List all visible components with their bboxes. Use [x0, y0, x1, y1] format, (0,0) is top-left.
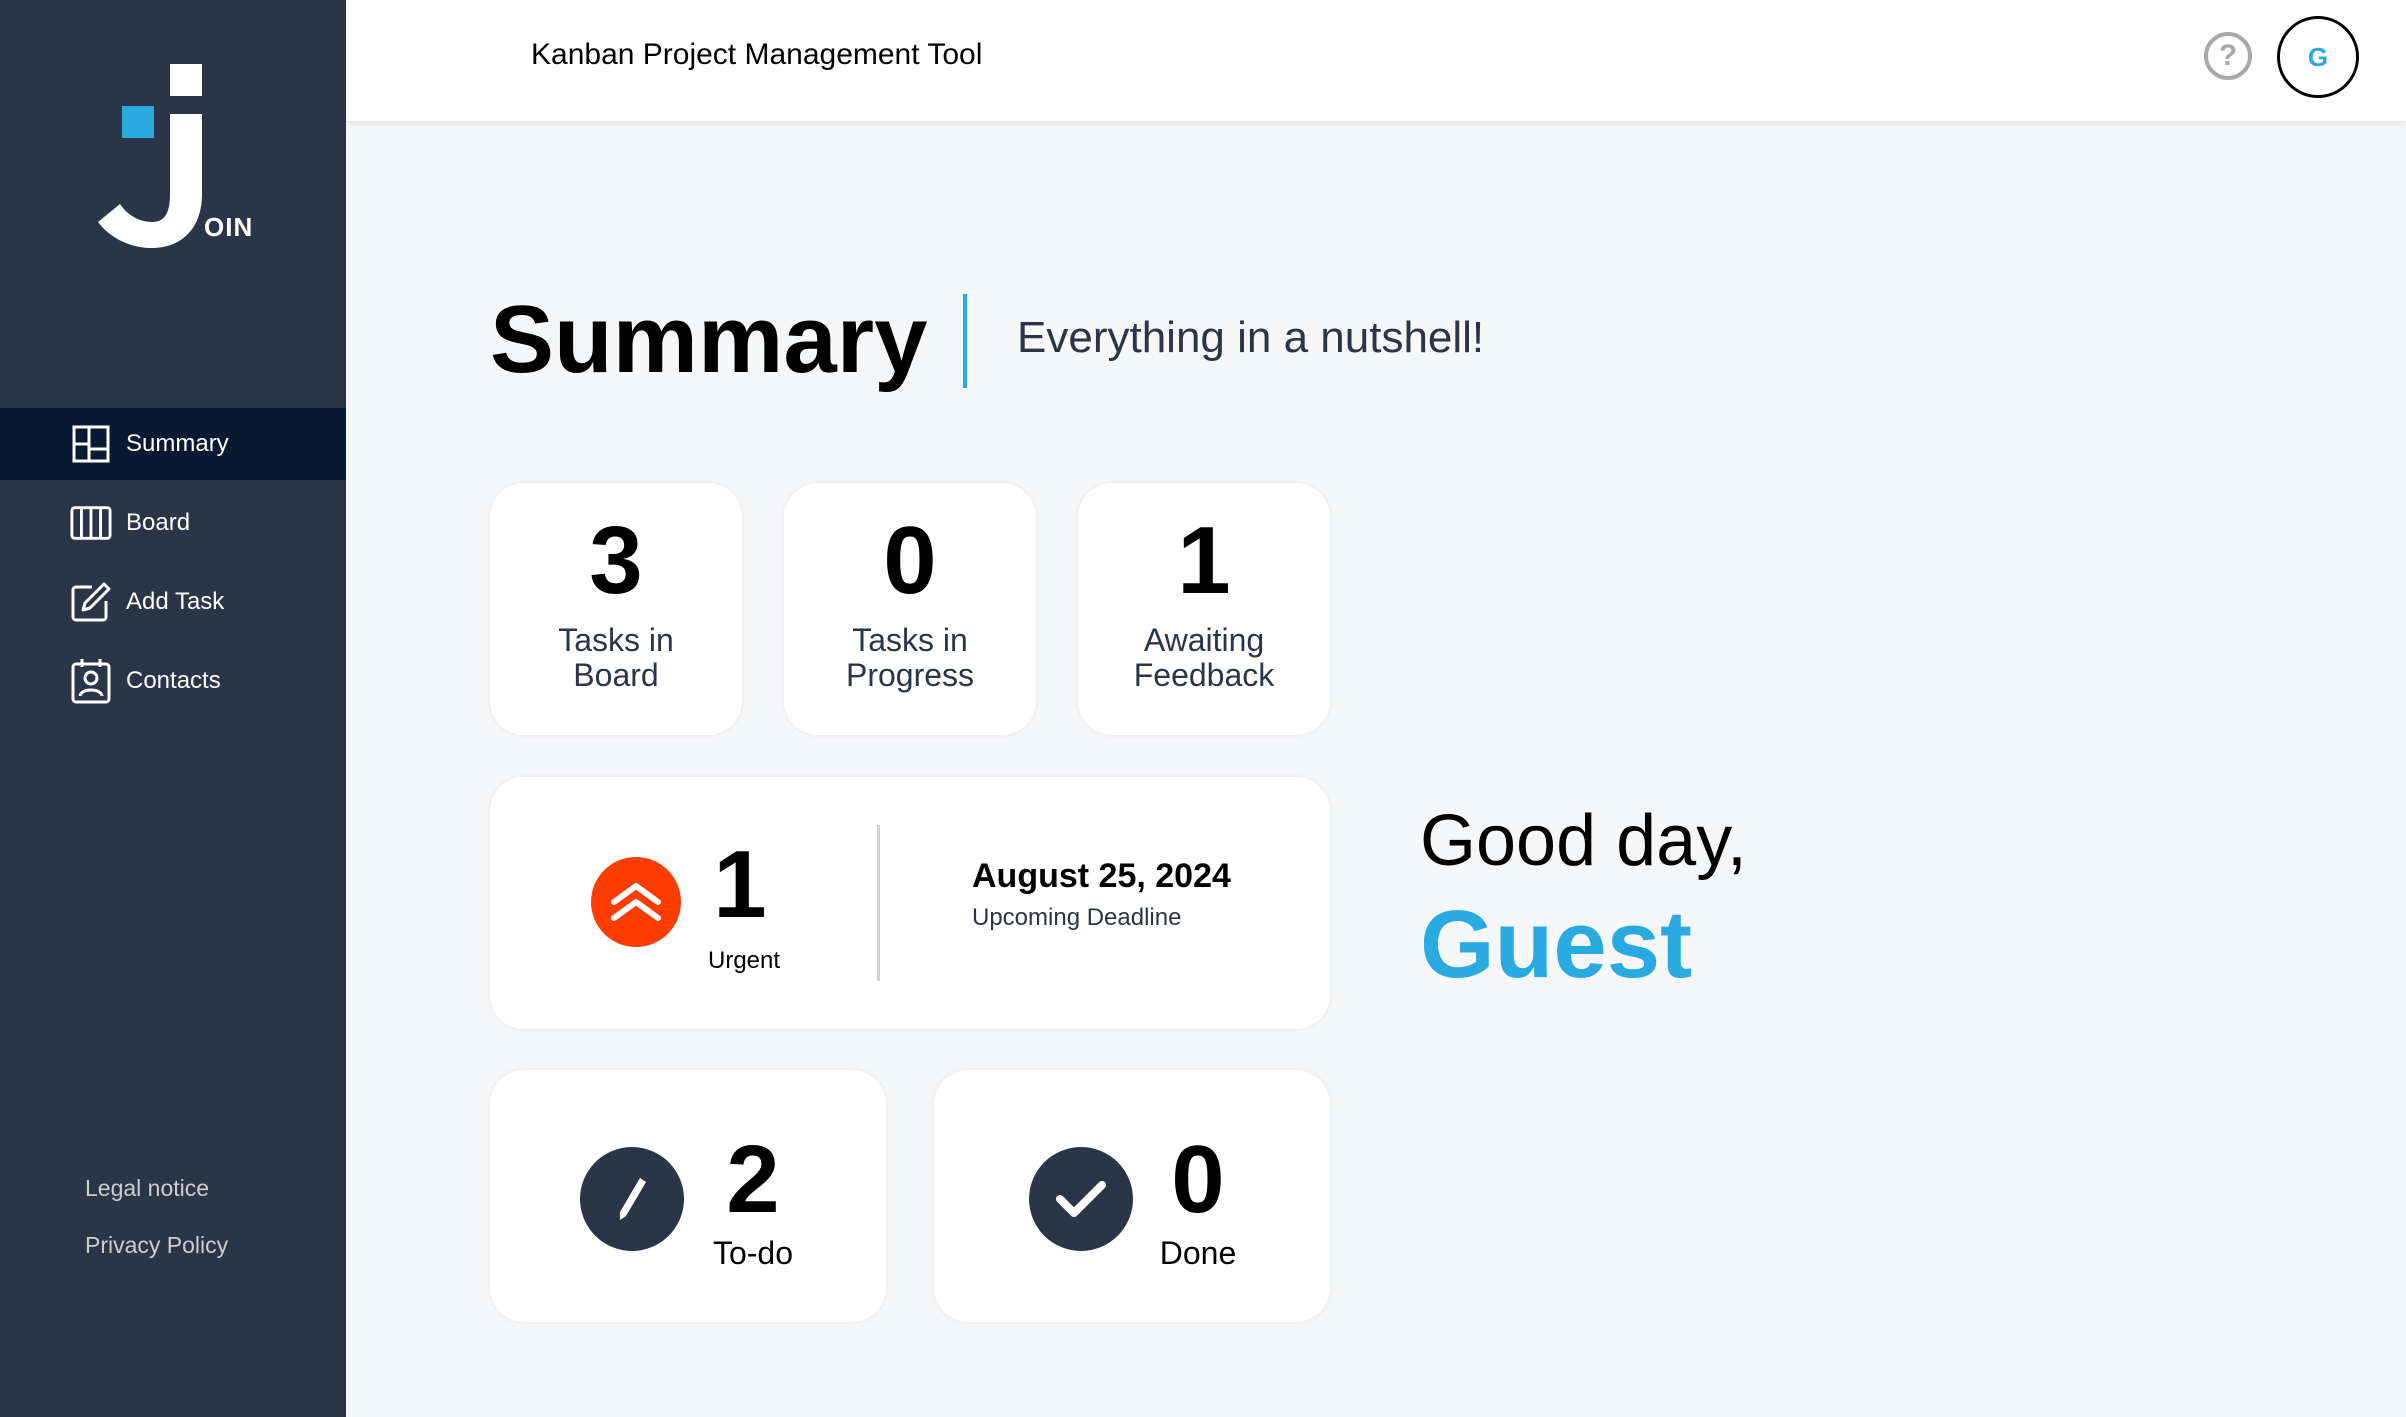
board-icon — [70, 502, 112, 544]
stat-label-text: Awaiting Feedback — [1133, 622, 1275, 694]
done-card[interactable]: 0 Done — [934, 1070, 1330, 1322]
done-label: Done — [1159, 1235, 1237, 1271]
contacts-icon — [70, 659, 112, 704]
deadline-label: Upcoming Deadline — [972, 904, 1182, 931]
legal-notice-link[interactable]: Legal notice — [85, 1175, 228, 1202]
page-title: Summary — [490, 286, 928, 393]
greeting-name: Guest — [1420, 891, 1693, 998]
stat-label: Awaiting Feedback — [1078, 622, 1330, 694]
awaiting-feedback-card[interactable]: 1 Awaiting Feedback — [1078, 483, 1330, 735]
sidebar-item-summary[interactable]: Summary — [0, 408, 346, 480]
help-icon[interactable]: ? — [2204, 32, 2252, 80]
check-icon — [1029, 1147, 1133, 1251]
urgent-count: 1 — [713, 831, 767, 938]
sidebar-item-contacts[interactable]: Contacts — [0, 645, 346, 717]
todo-count: 2 — [726, 1126, 780, 1233]
stat-label: Tasks in Board — [490, 622, 742, 694]
stat-label: Tasks in Progress — [784, 622, 1036, 694]
stat-value: 3 — [589, 507, 643, 614]
stat-value: 0 — [883, 507, 937, 614]
privacy-policy-link[interactable]: Privacy Policy — [85, 1232, 228, 1259]
summary-icon — [70, 423, 112, 465]
user-avatar[interactable]: G — [2277, 16, 2359, 98]
urgent-divider — [877, 825, 880, 981]
join-logo[interactable]: OIN — [96, 62, 256, 252]
stat-label-text: Tasks in Board — [558, 622, 674, 694]
add-task-icon — [70, 581, 112, 623]
tasks-in-board-card[interactable]: 3 Tasks in Board — [490, 483, 742, 735]
sidebar-item-label: Add Task — [126, 588, 225, 615]
sidebar-item-add-task[interactable]: Add Task — [0, 566, 346, 638]
tasks-in-progress-card[interactable]: 0 Tasks in Progress — [784, 483, 1036, 735]
title-divider — [963, 294, 967, 388]
help-glyph: ? — [2218, 39, 2238, 72]
pencil-icon — [580, 1147, 684, 1251]
sidebar-footer: Legal notice Privacy Policy — [85, 1175, 228, 1289]
sidebar-nav: Summary Board Add Task Contacts — [0, 408, 346, 724]
sidebar-item-label: Contacts — [126, 667, 221, 694]
sidebar: OIN Summary Board Add Task Contacts Lega… — [0, 0, 346, 1417]
done-count: 0 — [1171, 1126, 1225, 1233]
greeting-text: Good day, — [1420, 801, 1747, 881]
urgent-card[interactable]: 1 Urgent August 25, 2024 Upcoming Deadli… — [490, 777, 1330, 1029]
sidebar-item-label: Summary — [126, 430, 229, 457]
deadline-date: August 25, 2024 — [972, 857, 1231, 895]
header: Kanban Project Management Tool ? G — [346, 0, 2406, 121]
page-subtitle: Everything in a nutshell! — [1017, 313, 1485, 362]
stat-label-text: Tasks in Progress — [845, 622, 975, 694]
sidebar-item-label: Board — [126, 509, 191, 536]
urgent-label: Urgent — [708, 947, 781, 974]
todo-label: To-do — [712, 1235, 794, 1271]
todo-card[interactable]: 2 To-do — [490, 1070, 886, 1322]
logo-text: OIN — [204, 212, 254, 242]
app-title: Kanban Project Management Tool — [531, 38, 983, 71]
urgent-arrows-icon — [591, 857, 681, 947]
sidebar-item-board[interactable]: Board — [0, 487, 346, 559]
stat-value: 1 — [1177, 507, 1231, 614]
